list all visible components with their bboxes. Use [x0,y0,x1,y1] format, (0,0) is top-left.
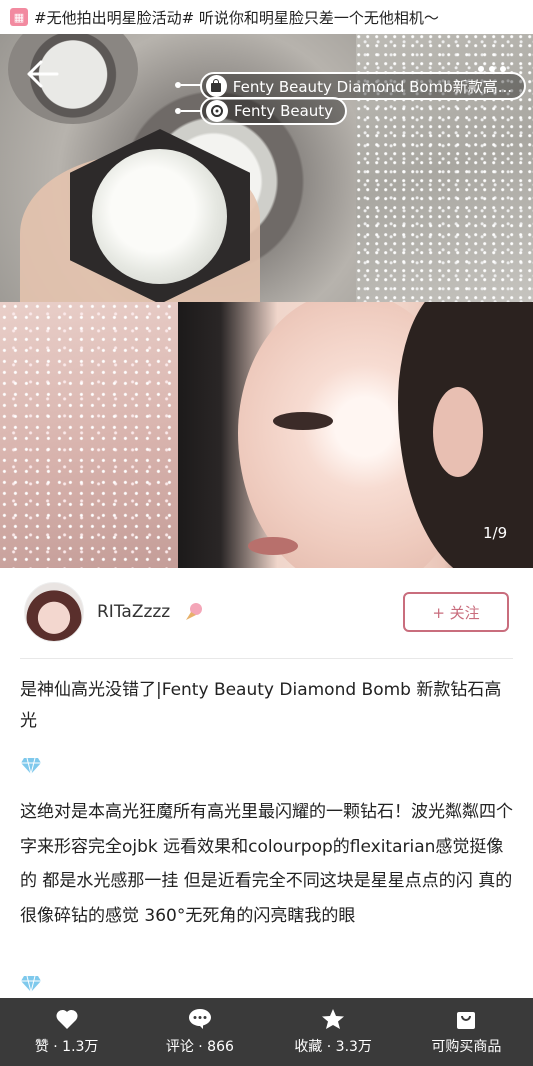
image-tile-face [178,302,533,568]
tag-connector [181,110,201,112]
back-button[interactable] [22,54,62,94]
diamond-icon [21,757,41,775]
product-tag-label: Fenty Beauty Diamond Bomb新款高... [232,77,512,96]
activity-banner[interactable]: ▦ #无他拍出明星脸活动# 听说你和明星脸只差一个无他相机～ [0,0,533,34]
post-body: 这绝对是本高光狂魔所有高光里最闪耀的一颗钻石！波光粼粼四个字来形容完全ojbk … [20,802,513,926]
product-tag[interactable]: Fenty Beauty Diamond Bomb新款高... [200,72,526,100]
image-page-indicator: 1/9 [483,524,508,542]
star-icon [322,1009,345,1029]
favorite-button[interactable]: 收藏 · 3.3万 [267,998,400,1066]
comment-label: 评论 · 866 [165,1039,234,1055]
buy-products-button[interactable]: 可购买商品 [400,998,533,1066]
favorite-label: 收藏 · 3.3万 [294,1039,372,1055]
tag-connector [181,84,201,86]
divider [20,658,513,659]
back-arrow-icon [27,60,59,88]
comment-button[interactable]: 评论 · 866 [133,998,266,1066]
like-button[interactable]: 赞 · 1.3万 [0,998,133,1066]
buy-products-label: 可购买商品 [431,1039,502,1055]
follow-button[interactable]: + 关注 [403,592,509,632]
heart-icon [56,1009,78,1029]
comment-icon [188,1009,211,1029]
activity-banner-text: #无他拍出明星脸活动# 听说你和明星脸只差一个无他相机～ [34,8,439,27]
bag-icon [206,75,227,97]
like-label: 赞 · 1.3万 [34,1039,99,1055]
app-icon: ▦ [10,8,28,26]
author-avatar[interactable] [24,582,84,642]
bottom-action-bar: 赞 · 1.3万 评论 · 866 收藏 · 3.3万 可购买商品 [0,998,533,1066]
brand-tag-label: Fenty Beauty [234,102,334,120]
ice-cream-badge-icon [186,603,202,620]
author-name[interactable]: RITaZzzz [97,602,170,622]
image-tile-swatch [0,302,178,568]
post-title: 是神仙高光没错了|Fenty Beauty Diamond Bomb 新款钻石高… [20,680,502,731]
brand-tag[interactable]: Fenty Beauty [200,97,348,125]
shopping-bag-icon [457,1012,476,1029]
diamond-icon [21,975,41,993]
author-row: RITaZzzz + 关注 [0,568,533,658]
brand-icon [206,100,228,122]
